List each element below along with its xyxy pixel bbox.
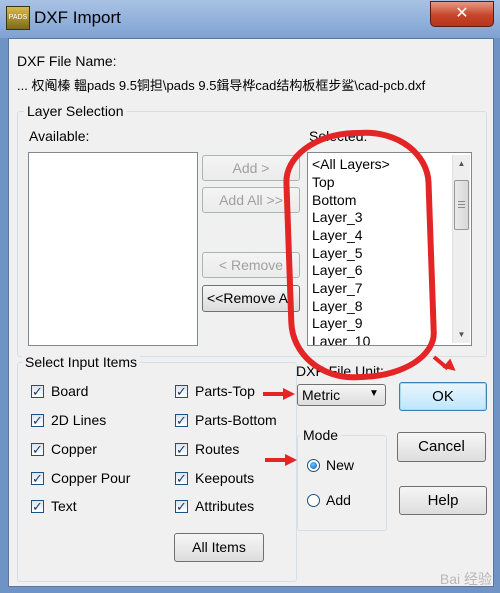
layer-selection-label: Layer Selection xyxy=(24,103,127,119)
mode-group: Mode xyxy=(297,427,387,531)
grip-line xyxy=(458,207,465,208)
mode-add-label: Add xyxy=(326,492,351,508)
parts-top-label: Parts-Top xyxy=(195,383,255,399)
grip-line xyxy=(458,204,465,205)
routes-checkbox[interactable]: ✓ xyxy=(175,443,188,456)
copper-checkbox[interactable]: ✓ xyxy=(31,443,44,456)
help-button[interactable]: Help xyxy=(399,486,487,515)
mode-new-radio[interactable] xyxy=(307,459,320,472)
window-title: DXF Import xyxy=(34,8,121,27)
text-label: Text xyxy=(51,498,77,514)
scroll-down-icon[interactable]: ▼ xyxy=(453,326,470,343)
scroll-up-icon[interactable]: ▲ xyxy=(453,155,470,172)
attributes-label: Attributes xyxy=(195,498,255,514)
annotation-arrowhead-icon xyxy=(283,388,295,400)
parts-bottom-label: Parts-Bottom xyxy=(195,412,277,428)
copper-pour-checkbox[interactable]: ✓ xyxy=(31,472,44,485)
available-label: Available: xyxy=(29,128,90,144)
copper-pour-label: Copper Pour xyxy=(51,470,131,486)
parts-top-checkbox[interactable]: ✓ xyxy=(175,385,188,398)
mode-add-radio[interactable] xyxy=(307,494,320,507)
chevron-down-icon: ▼ xyxy=(369,388,379,399)
annotation-arrow-unit xyxy=(263,392,285,396)
keepouts-checkbox[interactable]: ✓ xyxy=(175,472,188,485)
file-path: ... 权阄榛 轀pads 9.5铜担\pads 9.5鍓导桦cad结构板框步鲨… xyxy=(17,78,426,93)
app-icon: PADS xyxy=(6,6,30,30)
annotation-arrowhead-icon xyxy=(285,454,297,466)
cancel-button[interactable]: Cancel xyxy=(397,432,486,462)
board-checkbox[interactable]: ✓ xyxy=(31,385,44,398)
board-label: Board xyxy=(51,383,89,399)
input-items-label: Select Input Items xyxy=(22,354,141,370)
scroll-thumb[interactable] xyxy=(454,180,469,230)
2d-lines-checkbox[interactable]: ✓ xyxy=(31,414,44,427)
watermark: Bai 经验 xyxy=(439,571,492,587)
ok-button[interactable]: OK xyxy=(399,382,487,411)
annotation-arrowhead-icon xyxy=(442,358,460,376)
annotation-circle xyxy=(281,127,439,383)
keepouts-label: Keepouts xyxy=(195,470,255,486)
dialog-client: DXF File Name: ... 权阄榛 轀pads 9.5铜担\pads … xyxy=(8,38,494,587)
2d-lines-label: 2D Lines xyxy=(51,412,107,428)
grip-line xyxy=(458,201,465,202)
all-items-button[interactable]: All Items xyxy=(174,533,264,562)
annotation-arrow-mode xyxy=(265,458,287,462)
routes-label: Routes xyxy=(195,441,240,457)
parts-bottom-checkbox[interactable]: ✓ xyxy=(175,414,188,427)
remove-all-button[interactable]: <<Remove A xyxy=(202,285,300,312)
selected-list-scrollbar[interactable]: ▲ ▼ xyxy=(452,155,470,343)
mode-new-label: New xyxy=(326,457,355,473)
text-checkbox[interactable]: ✓ xyxy=(31,500,44,513)
unit-value: Metric xyxy=(302,387,341,403)
file-name-label: DXF File Name: xyxy=(17,53,117,69)
attributes-checkbox[interactable]: ✓ xyxy=(175,500,188,513)
available-list[interactable] xyxy=(28,152,198,346)
close-button[interactable]: ✕ xyxy=(430,1,494,27)
unit-select[interactable]: Metric ▼ xyxy=(297,384,386,406)
mode-label: Mode xyxy=(300,427,342,443)
copper-label: Copper xyxy=(51,441,97,457)
